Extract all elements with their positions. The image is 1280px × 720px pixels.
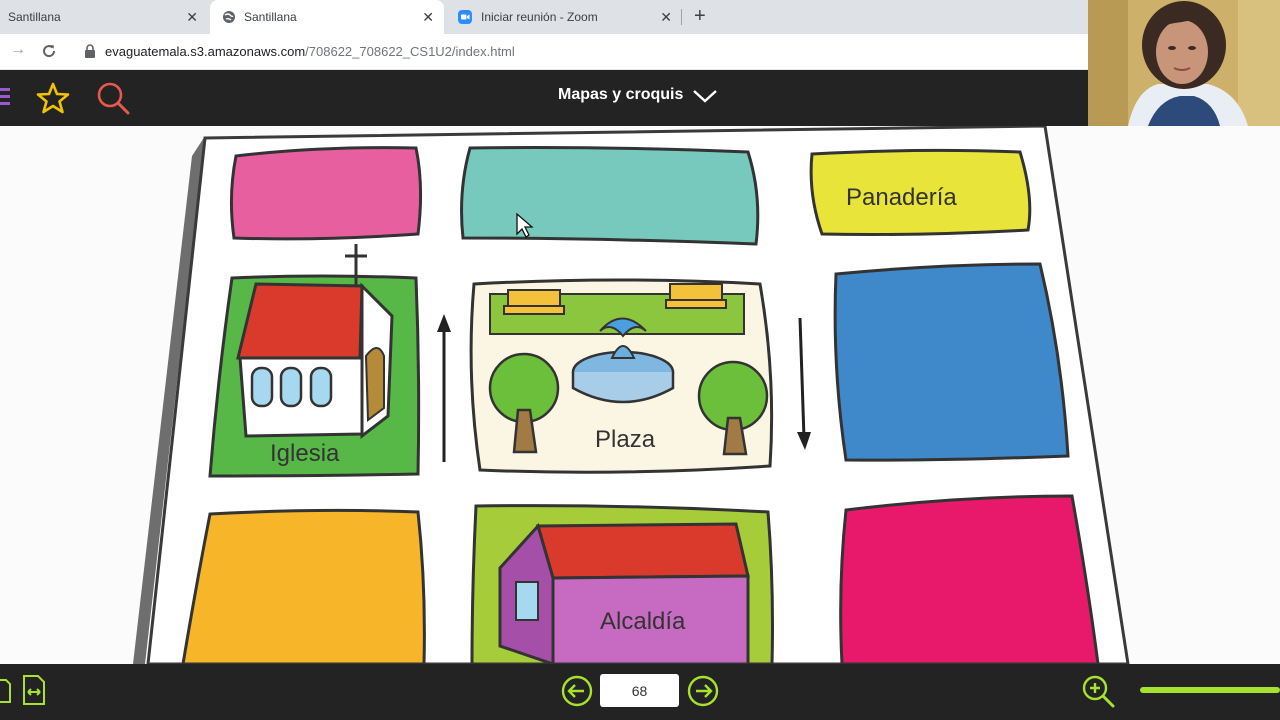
url-field[interactable]: evaguatemala.s3.amazonaws.com/708622_708… — [105, 44, 515, 59]
webcam-video — [1088, 0, 1280, 126]
church-window — [309, 366, 333, 408]
tab-title: Santillana — [8, 10, 61, 24]
new-tab-button[interactable]: + — [694, 5, 706, 27]
reload-icon[interactable] — [40, 42, 58, 60]
screen: Santillana ✕ Santillana ✕ Iniciar reunió… — [0, 0, 1280, 720]
label-iglesia: Iglesia — [270, 440, 340, 467]
zoom-in-icon[interactable] — [1080, 674, 1116, 710]
favorite-star-icon[interactable] — [36, 81, 70, 115]
pink-block — [229, 146, 423, 241]
church-window — [250, 366, 274, 408]
bench-icon — [669, 283, 723, 301]
bench-icon — [507, 289, 561, 307]
fit-page-icon[interactable] — [20, 674, 48, 706]
orange-block — [181, 508, 426, 664]
previous-page-button[interactable] — [560, 674, 594, 708]
globe-icon — [223, 11, 235, 23]
address-bar: → evaguatemala.s3.amazonaws.com/708622_7… — [0, 34, 1088, 70]
next-page-button[interactable] — [686, 674, 720, 708]
app-toolbar — [0, 70, 1088, 126]
map-illustration — [0, 126, 1280, 664]
document-icon[interactable] — [0, 676, 12, 706]
menu-icon[interactable] — [0, 86, 12, 108]
chevron-down-icon[interactable] — [692, 86, 718, 106]
tab-title: Santillana — [244, 10, 297, 24]
city-hall-window — [515, 581, 539, 621]
browser-tab-strip: Santillana ✕ Santillana ✕ Iniciar reunió… — [0, 0, 1088, 34]
bench-seat — [503, 305, 565, 315]
url-host: evaguatemala.s3.amazonaws.com — [105, 44, 306, 59]
search-icon[interactable] — [95, 81, 131, 117]
tab-santillana-1[interactable]: Santillana ✕ — [0, 0, 208, 34]
page-number-input[interactable]: 68 — [600, 674, 679, 707]
label-panaderia: Panadería — [846, 184, 957, 211]
close-tab-icon[interactable]: ✕ — [422, 9, 434, 26]
church-door — [364, 347, 385, 422]
blue-block — [833, 262, 1070, 462]
close-tab-icon[interactable]: ✕ — [660, 9, 672, 26]
close-tab-icon[interactable]: ✕ — [186, 9, 198, 26]
bench-seat — [665, 299, 727, 309]
lock-icon[interactable] — [84, 44, 96, 58]
church-window — [279, 366, 303, 408]
section-title-dropdown[interactable]: Mapas y croquis — [558, 86, 683, 104]
zoom-slider[interactable] — [1140, 687, 1280, 693]
label-plaza: Plaza — [595, 426, 656, 453]
teal-block — [460, 146, 760, 246]
zoom-logo-icon — [458, 10, 472, 24]
tab-separator — [681, 9, 682, 25]
url-path: /708622_708622_CS1U2/index.html — [305, 44, 515, 59]
forward-arrow-icon[interactable]: → — [10, 41, 26, 59]
book-page-viewer: Panadería Iglesia Plaza Alcaldía — [0, 126, 1280, 664]
label-alcaldia: Alcaldía — [600, 608, 686, 635]
magenta-block — [839, 494, 1100, 664]
city-hall-roof — [536, 522, 750, 580]
church-roof — [236, 282, 364, 360]
bottom-toolbar: 68 — [0, 664, 1280, 720]
tab-zoom[interactable]: Iniciar reunión - Zoom ✕ — [446, 0, 682, 34]
tab-santillana-2[interactable]: Santillana ✕ — [210, 0, 444, 34]
tab-title: Iniciar reunión - Zoom — [481, 10, 598, 24]
participant-video-frame — [1088, 0, 1280, 126]
